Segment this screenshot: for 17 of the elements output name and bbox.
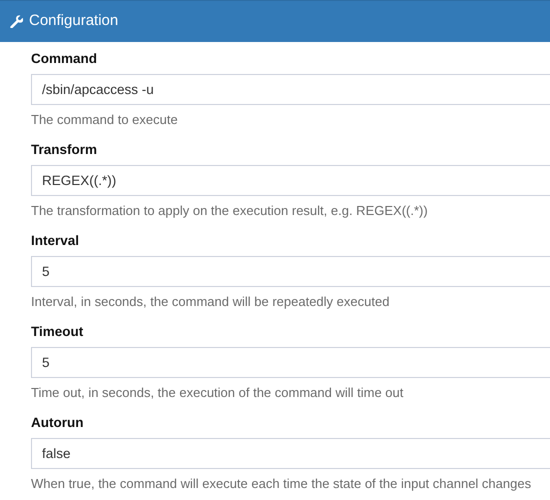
field-label: Autorun <box>31 414 84 432</box>
input-field[interactable]: /sbin/apcaccess -u <box>31 74 550 105</box>
field-label: Transform <box>31 141 98 159</box>
input-field[interactable]: 5 <box>31 347 550 378</box>
help-text: The transformation to apply on the execution result, e.g. REGEX((.*)) <box>31 202 429 220</box>
panel-title: Configuration <box>29 11 118 32</box>
input-field[interactable]: REGEX((.*)) <box>31 165 550 196</box>
help-text: Time out, in seconds, the execution of the command will time out <box>31 384 404 402</box>
help-text: Interval, in seconds, the command will be repeatedly executed <box>31 293 390 311</box>
help-text: The command to execute <box>31 111 179 129</box>
field-label: Command <box>31 50 98 68</box>
help-text: When true, the command will execute each time the state of the input channel changes <box>31 475 532 493</box>
field-label: Timeout <box>31 323 84 341</box>
input-field[interactable]: false <box>31 438 550 469</box>
input-field[interactable]: 5 <box>31 256 550 287</box>
field-label: Interval <box>31 232 80 250</box>
wrench-icon <box>10 15 23 28</box>
